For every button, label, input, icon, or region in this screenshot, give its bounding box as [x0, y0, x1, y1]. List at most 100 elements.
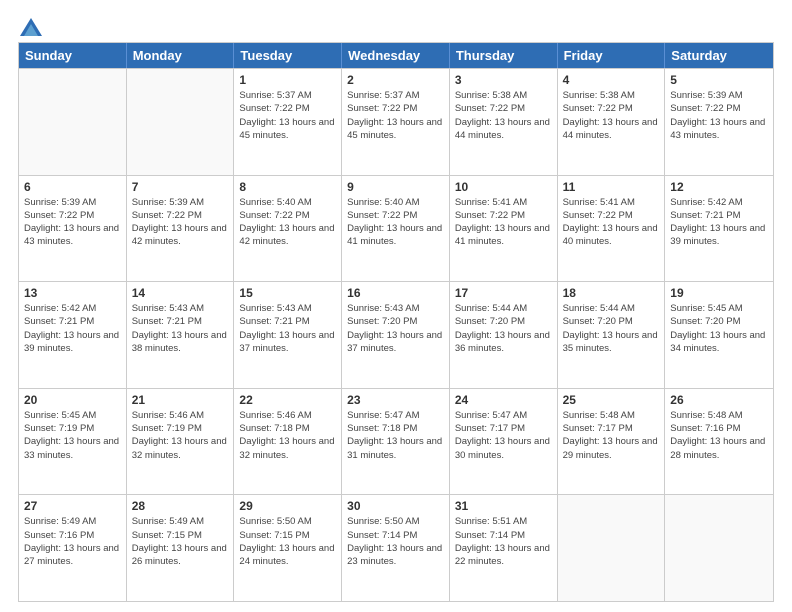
calendar-cell — [19, 69, 127, 175]
calendar-cell: 29 Sunrise: 5:50 AM Sunset: 7:15 PM Dayli… — [234, 495, 342, 601]
calendar-cell: 6 Sunrise: 5:39 AM Sunset: 7:22 PM Daylig… — [19, 176, 127, 282]
day-number: 15 — [239, 286, 336, 300]
calendar: SundayMondayTuesdayWednesdayThursdayFrid… — [18, 42, 774, 602]
calendar-week-row: 20 Sunrise: 5:45 AM Sunset: 7:19 PM Dayli… — [19, 388, 773, 495]
day-info: Sunrise: 5:45 AM Sunset: 7:20 PM Dayligh… — [670, 302, 768, 355]
day-number: 2 — [347, 73, 444, 87]
calendar-cell: 10 Sunrise: 5:41 AM Sunset: 7:22 PM Dayli… — [450, 176, 558, 282]
calendar-cell: 23Sunrise: 5:47 AM Sunset: 7:18 PM Dayli… — [342, 389, 450, 495]
day-number: 5 — [670, 73, 768, 87]
calendar-cell: 1Sunrise: 5:37 AM Sunset: 7:22 PM Daylig… — [234, 69, 342, 175]
day-number: 19 — [670, 286, 768, 300]
calendar-cell: 5 Sunrise: 5:39 AM Sunset: 7:22 PM Daylig… — [665, 69, 773, 175]
day-info: Sunrise: 5:40 AM Sunset: 7:22 PM Dayligh… — [239, 196, 336, 249]
day-number: 29 — [239, 499, 336, 513]
day-info: Sunrise: 5:38 AM Sunset: 7:22 PM Dayligh… — [563, 89, 660, 142]
header — [18, 18, 774, 32]
day-info: Sunrise: 5:45 AM Sunset: 7:19 PM Dayligh… — [24, 409, 121, 462]
day-info: Sunrise: 5:49 AM Sunset: 7:16 PM Dayligh… — [24, 515, 121, 568]
calendar-cell: 14 Sunrise: 5:43 AM Sunset: 7:21 PM Dayli… — [127, 282, 235, 388]
day-info: Sunrise: 5:38 AM Sunset: 7:22 PM Dayligh… — [455, 89, 552, 142]
day-info: Sunrise: 5:41 AM Sunset: 7:22 PM Dayligh… — [563, 196, 660, 249]
calendar-cell: 20 Sunrise: 5:45 AM Sunset: 7:19 PM Dayli… — [19, 389, 127, 495]
day-info: Sunrise: 5:50 AM Sunset: 7:15 PM Dayligh… — [239, 515, 336, 568]
day-number: 8 — [239, 180, 336, 194]
calendar-cell: 27 Sunrise: 5:49 AM Sunset: 7:16 PM Dayli… — [19, 495, 127, 601]
day-number: 21 — [132, 393, 229, 407]
day-info: Sunrise: 5:50 AM Sunset: 7:14 PM Dayligh… — [347, 515, 444, 568]
day-info: Sunrise: 5:46 AM Sunset: 7:18 PM Dayligh… — [239, 409, 336, 462]
day-number: 6 — [24, 180, 121, 194]
calendar-header-cell: Wednesday — [342, 43, 450, 68]
day-number: 18 — [563, 286, 660, 300]
day-number: 20 — [24, 393, 121, 407]
calendar-header: SundayMondayTuesdayWednesdayThursdayFrid… — [19, 43, 773, 68]
day-number: 10 — [455, 180, 552, 194]
day-info: Sunrise: 5:39 AM Sunset: 7:22 PM Dayligh… — [24, 196, 121, 249]
calendar-cell: 30 Sunrise: 5:50 AM Sunset: 7:14 PM Dayli… — [342, 495, 450, 601]
day-info: Sunrise: 5:41 AM Sunset: 7:22 PM Dayligh… — [455, 196, 552, 249]
calendar-week-row: 13Sunrise: 5:42 AM Sunset: 7:21 PM Dayli… — [19, 281, 773, 388]
calendar-cell: 22Sunrise: 5:46 AM Sunset: 7:18 PM Dayli… — [234, 389, 342, 495]
day-info: Sunrise: 5:47 AM Sunset: 7:17 PM Dayligh… — [455, 409, 552, 462]
day-number: 30 — [347, 499, 444, 513]
calendar-cell: 4Sunrise: 5:38 AM Sunset: 7:22 PM Daylig… — [558, 69, 666, 175]
day-number: 16 — [347, 286, 444, 300]
day-info: Sunrise: 5:39 AM Sunset: 7:22 PM Dayligh… — [132, 196, 229, 249]
calendar-cell: 21 Sunrise: 5:46 AM Sunset: 7:19 PM Dayli… — [127, 389, 235, 495]
day-number: 12 — [670, 180, 768, 194]
day-info: Sunrise: 5:48 AM Sunset: 7:17 PM Dayligh… — [563, 409, 660, 462]
calendar-cell: 7 Sunrise: 5:39 AM Sunset: 7:22 PM Daylig… — [127, 176, 235, 282]
page: SundayMondayTuesdayWednesdayThursdayFrid… — [0, 0, 792, 612]
day-number: 7 — [132, 180, 229, 194]
day-number: 14 — [132, 286, 229, 300]
day-number: 28 — [132, 499, 229, 513]
calendar-cell — [127, 69, 235, 175]
calendar-header-cell: Saturday — [665, 43, 773, 68]
day-info: Sunrise: 5:43 AM Sunset: 7:21 PM Dayligh… — [132, 302, 229, 355]
day-number: 17 — [455, 286, 552, 300]
calendar-week-row: 1 Sunrise: 5:37 AM Sunset: 7:22 PM Daylig… — [19, 68, 773, 175]
calendar-body: 1 Sunrise: 5:37 AM Sunset: 7:22 PM Daylig… — [19, 68, 773, 601]
calendar-cell: 9Sunrise: 5:40 AM Sunset: 7:22 PM Daylig… — [342, 176, 450, 282]
day-number: 9 — [347, 180, 444, 194]
calendar-cell: 19 Sunrise: 5:45 AM Sunset: 7:20 PM Dayli… — [665, 282, 773, 388]
calendar-cell: 31 Sunrise: 5:51 AM Sunset: 7:14 PM Dayli… — [450, 495, 558, 601]
calendar-cell: 24 Sunrise: 5:47 AM Sunset: 7:17 PM Dayli… — [450, 389, 558, 495]
calendar-cell: 15 Sunrise: 5:43 AM Sunset: 7:21 PM Dayli… — [234, 282, 342, 388]
day-info: Sunrise: 5:44 AM Sunset: 7:20 PM Dayligh… — [563, 302, 660, 355]
calendar-cell: 3 Sunrise: 5:38 AM Sunset: 7:22 PM Daylig… — [450, 69, 558, 175]
calendar-header-cell: Sunday — [19, 43, 127, 68]
day-info: Sunrise: 5:42 AM Sunset: 7:21 PM Dayligh… — [670, 196, 768, 249]
calendar-cell — [558, 495, 666, 601]
logo-icon — [20, 18, 42, 36]
calendar-cell: 26Sunrise: 5:48 AM Sunset: 7:16 PM Dayli… — [665, 389, 773, 495]
day-info: Sunrise: 5:39 AM Sunset: 7:22 PM Dayligh… — [670, 89, 768, 142]
calendar-header-cell: Thursday — [450, 43, 558, 68]
day-info: Sunrise: 5:51 AM Sunset: 7:14 PM Dayligh… — [455, 515, 552, 568]
day-number: 25 — [563, 393, 660, 407]
day-number: 13 — [24, 286, 121, 300]
day-info: Sunrise: 5:49 AM Sunset: 7:15 PM Dayligh… — [132, 515, 229, 568]
calendar-cell: 16 Sunrise: 5:43 AM Sunset: 7:20 PM Dayli… — [342, 282, 450, 388]
day-info: Sunrise: 5:37 AM Sunset: 7:22 PM Dayligh… — [347, 89, 444, 142]
calendar-cell: 12 Sunrise: 5:42 AM Sunset: 7:21 PM Dayli… — [665, 176, 773, 282]
day-number: 1 — [239, 73, 336, 87]
calendar-cell: 2 Sunrise: 5:37 AM Sunset: 7:22 PM Daylig… — [342, 69, 450, 175]
day-number: 27 — [24, 499, 121, 513]
day-number: 23 — [347, 393, 444, 407]
calendar-cell: 28 Sunrise: 5:49 AM Sunset: 7:15 PM Dayli… — [127, 495, 235, 601]
day-number: 3 — [455, 73, 552, 87]
calendar-cell: 25 Sunrise: 5:48 AM Sunset: 7:17 PM Dayli… — [558, 389, 666, 495]
day-info: Sunrise: 5:46 AM Sunset: 7:19 PM Dayligh… — [132, 409, 229, 462]
day-number: 24 — [455, 393, 552, 407]
calendar-cell: 18 Sunrise: 5:44 AM Sunset: 7:20 PM Dayli… — [558, 282, 666, 388]
calendar-header-cell: Friday — [558, 43, 666, 68]
calendar-week-row: 6 Sunrise: 5:39 AM Sunset: 7:22 PM Daylig… — [19, 175, 773, 282]
calendar-cell — [665, 495, 773, 601]
day-number: 26 — [670, 393, 768, 407]
day-info: Sunrise: 5:43 AM Sunset: 7:21 PM Dayligh… — [239, 302, 336, 355]
calendar-cell: 11Sunrise: 5:41 AM Sunset: 7:22 PM Dayli… — [558, 176, 666, 282]
day-info: Sunrise: 5:43 AM Sunset: 7:20 PM Dayligh… — [347, 302, 444, 355]
day-number: 31 — [455, 499, 552, 513]
